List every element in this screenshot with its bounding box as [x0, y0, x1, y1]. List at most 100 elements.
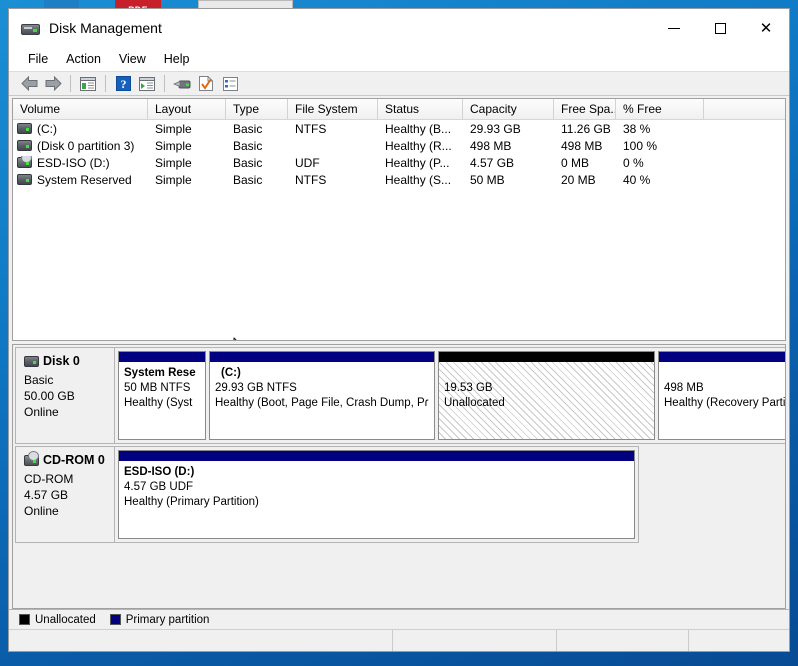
column-header-type[interactable]: Type: [226, 99, 288, 119]
toolbar: ?: [9, 71, 789, 96]
partition-details: ESD-ISO (D:) 4.57 GB UDF Healthy (Primar…: [119, 461, 634, 538]
menu-item-file[interactable]: File: [19, 49, 57, 69]
layout-cell: Simple: [155, 172, 192, 187]
column-header-capacity[interactable]: Capacity: [463, 99, 554, 119]
percent-free-cell: 38 %: [623, 121, 651, 136]
disk-title: CD-ROM 0: [24, 450, 114, 467]
free-space-cell: 11.26 GB: [561, 121, 611, 136]
partition-recovery[interactable]: 498 MB Healthy (Recovery Parti: [658, 351, 786, 440]
partition-c-drive[interactable]: (C:) 29.93 GB NTFS Healthy (Boot, Page F…: [209, 351, 435, 440]
type-cell: Basic: [233, 121, 263, 136]
partition-system-reserved[interactable]: System Rese 50 MB NTFS Healthy (Syst: [118, 351, 206, 440]
column-header-percent-free[interactable]: % Free: [616, 99, 704, 119]
disk-title: Disk 0: [24, 354, 114, 368]
mouse-cursor: [233, 337, 247, 340]
back-icon[interactable]: [17, 73, 41, 95]
unallocated-swatch: [19, 614, 30, 625]
status-pane-2: [393, 630, 557, 651]
cdrom-partition-frame: ESD-ISO (D:) 4.57 GB UDF Healthy (Primar…: [115, 446, 639, 543]
disk-state: Online: [24, 504, 59, 518]
legend-item-unallocated: Unallocated: [19, 614, 96, 626]
table-row[interactable]: ESD-ISO (D:) Simple Basic UDF Healthy (P…: [13, 154, 785, 171]
hard-disk-icon: [17, 123, 32, 134]
menu-item-help[interactable]: Help: [155, 49, 199, 69]
status-cell: Healthy (P...: [385, 155, 450, 170]
status-cell: Healthy (R...: [385, 138, 452, 153]
disk-info-disk-0[interactable]: Disk 0 Basic 50.00 GB Online: [15, 347, 115, 444]
legend-label: Unallocated: [35, 613, 96, 626]
disk-partitions-cdrom-0: ESD-ISO (D:) 4.57 GB UDF Healthy (Primar…: [115, 446, 783, 543]
menu-item-action[interactable]: Action: [57, 49, 110, 69]
partition-details: System Rese 50 MB NTFS Healthy (Syst: [119, 362, 205, 439]
capacity-cell: 498 MB: [470, 138, 512, 153]
partition-status: Healthy (Boot, Page File, Crash Dump, Pɾ: [215, 397, 429, 409]
partition-color-bar: [659, 352, 785, 362]
legend-label: Primary partition: [125, 613, 210, 626]
hard-disk-icon: [17, 174, 32, 185]
percent-free-cell: 100 %: [623, 138, 658, 153]
status-pane-1: [9, 630, 393, 651]
partition-status: Unallocated: [444, 397, 505, 409]
table-row[interactable]: (C:) Simple Basic NTFS Healthy (B... 29.…: [13, 120, 785, 137]
partition-color-bar: [119, 352, 205, 362]
disk-drive-icon: [21, 21, 40, 35]
rescan-disks-icon[interactable]: [170, 73, 194, 95]
partition-label: (C:): [221, 367, 241, 379]
column-header-layout[interactable]: Layout: [148, 99, 226, 119]
show-action-pane-icon[interactable]: [135, 73, 159, 95]
disk-name: CD-ROM 0: [43, 453, 105, 467]
file-system-cell: UDF: [295, 155, 320, 170]
primary-partition-swatch: [109, 614, 121, 625]
percent-free-cell: 0 %: [623, 155, 644, 170]
partition-color-bar: [210, 352, 434, 362]
forward-icon[interactable]: [41, 73, 65, 95]
free-space-cell: 20 MB: [561, 172, 596, 187]
toolbar-separator-1: [70, 75, 71, 92]
disk-row-cdrom-0[interactable]: CD-ROM 0 CD-ROM 4.57 GB Online ESD-ISO (…: [15, 446, 783, 543]
disk-size: 50.00 GB: [24, 389, 75, 403]
type-cell: Basic: [233, 172, 263, 187]
column-header-volume[interactable]: Volume: [13, 99, 148, 119]
partition-details: 19.53 GB Unallocated: [439, 362, 654, 439]
partition-status: Healthy (Recovery Parti: [664, 397, 786, 409]
toolbar-separator-2: [105, 75, 106, 92]
disk-type: CD-ROM: [24, 472, 74, 486]
disk-info-cdrom-0[interactable]: CD-ROM 0 CD-ROM 4.57 GB Online: [15, 446, 115, 543]
column-header-status[interactable]: Status: [378, 99, 463, 119]
column-header-extra[interactable]: [704, 99, 785, 119]
free-space-cell: 498 MB: [561, 138, 603, 153]
partition-esd-iso[interactable]: ESD-ISO (D:) 4.57 GB UDF Healthy (Primar…: [118, 450, 635, 539]
file-system-cell: NTFS: [295, 121, 327, 136]
close-button[interactable]: ✕: [743, 9, 789, 47]
volume-cell: (Disk 0 partition 3): [13, 139, 148, 153]
table-row[interactable]: System Reserved Simple Basic NTFS Health…: [13, 171, 785, 188]
column-header-file-system[interactable]: File System: [288, 99, 378, 119]
show-console-tree-icon[interactable]: [76, 73, 100, 95]
table-row[interactable]: (Disk 0 partition 3) Simple Basic Health…: [13, 137, 785, 154]
volume-cell: (C:): [13, 122, 148, 136]
menu-item-view[interactable]: View: [110, 49, 155, 69]
free-space-cell: 0 MB: [561, 155, 590, 170]
partition-label: [444, 366, 649, 381]
maximize-button[interactable]: [697, 9, 743, 47]
disk-graphical-view: Disk 0 Basic 50.00 GB Online System Rese…: [12, 344, 786, 609]
properties-icon[interactable]: [194, 73, 218, 95]
partition-unallocated[interactable]: 19.53 GB Unallocated: [438, 351, 655, 440]
disk-name: Disk 0: [43, 354, 80, 368]
partition-details: 498 MB Healthy (Recovery Parti: [659, 362, 786, 439]
type-cell: Basic: [233, 138, 263, 153]
minimize-button[interactable]: [651, 9, 697, 47]
volume-name: (Disk 0 partition 3): [37, 138, 135, 153]
volume-name: ESD-ISO (D:): [37, 155, 110, 170]
column-header-free-space[interactable]: Free Spa...: [554, 99, 616, 119]
cd-rom-icon: [17, 155, 32, 168]
help-icon[interactable]: ?: [111, 73, 135, 95]
status-cell: Healthy (B...: [385, 121, 452, 136]
layout-cell: Simple: [155, 121, 192, 136]
close-icon: ✕: [759, 18, 773, 37]
disk-row-disk-0[interactable]: Disk 0 Basic 50.00 GB Online System Rese…: [15, 347, 786, 444]
window-title: Disk Management: [49, 20, 162, 36]
list-view-icon[interactable]: [218, 73, 242, 95]
partition-size-fs: 29.93 GB NTFS: [215, 382, 297, 394]
volume-list[interactable]: Volume Layout Type File System Status Ca…: [12, 98, 786, 341]
